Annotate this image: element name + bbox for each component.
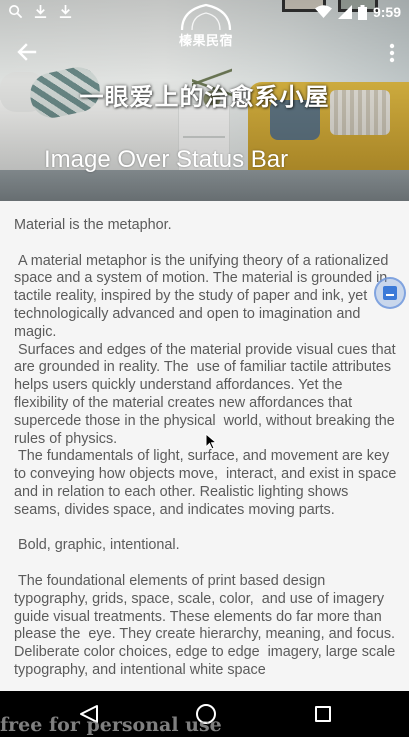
battery-icon — [357, 4, 367, 20]
status-right-icons: 9:59 — [314, 4, 401, 20]
logo-text: 榛果民宿 — [178, 33, 233, 48]
toolbar-title: Image Over Status Bar — [44, 146, 289, 173]
more-vert-icon[interactable] — [384, 40, 400, 66]
header-image: 9:59 榛果民宿 一眼爱上的治愈系小屋 Image Over Status B… — [0, 0, 409, 201]
save-icon — [383, 286, 397, 300]
status-left-icons — [8, 4, 73, 19]
floating-action-button[interactable] — [374, 277, 406, 309]
banner-slogan: 一眼爱上的治愈系小屋 — [79, 83, 330, 111]
signal-icon — [337, 5, 352, 19]
status-time: 9:59 — [372, 4, 401, 20]
brand-logo: 榛果民宿 — [178, 2, 234, 48]
download-icon — [59, 4, 72, 18]
wifi-icon — [314, 5, 332, 18]
download-icon — [34, 4, 47, 18]
nav-recent-icon[interactable] — [315, 706, 331, 722]
watermark-text: free for personal use — [0, 714, 222, 736]
mouse-cursor-icon — [205, 433, 217, 450]
search-icon — [9, 5, 23, 19]
back-arrow-icon[interactable] — [14, 39, 40, 65]
house-logo-icon — [180, 3, 232, 31]
